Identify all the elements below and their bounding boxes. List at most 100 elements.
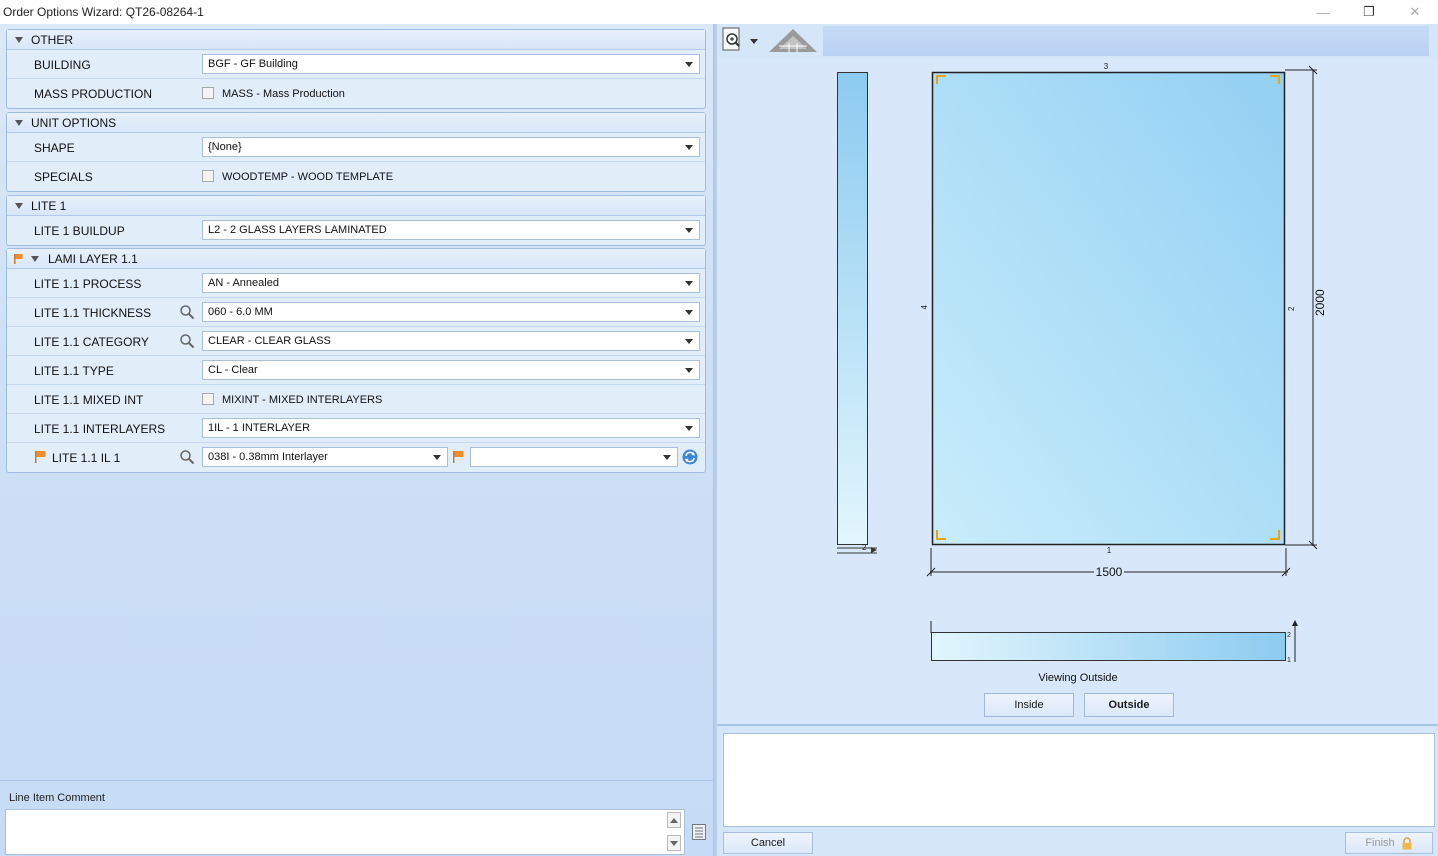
option-label: LITE 1.1 TYPE [34, 364, 114, 378]
restore-button[interactable]: ❐ [1346, 0, 1392, 24]
section-header-unit-options[interactable]: UNIT OPTIONS [7, 113, 705, 133]
divider [717, 724, 1438, 726]
title-bar: Order Options Wizard: QT26-08264-1 — ❐ ✕ [0, 0, 1438, 24]
lite-1-buildup-select[interactable]: L2 - 2 GLASS LAYERS LAMINATED [202, 220, 700, 240]
option-row-interlayers: LITE 1.1 INTERLAYERS 1IL - 1 INTERLAYER [7, 414, 705, 443]
chevron-up-icon [670, 817, 678, 823]
chevron-down-icon[interactable] [679, 303, 699, 321]
process-select[interactable]: AN - Annealed [202, 273, 700, 293]
chevron-down-icon[interactable] [679, 419, 699, 437]
edge-label-bottom: 1 [1107, 546, 1112, 555]
options-pane: OTHER BUILDING BGF - GF Building MASS PR… [0, 24, 714, 856]
close-button[interactable]: ✕ [1392, 0, 1438, 24]
section-unit-options: UNIT OPTIONS SHAPE {None} SPECIALS WOODT… [6, 112, 706, 192]
flag-icon [14, 254, 23, 264]
specials-checkbox[interactable] [202, 170, 214, 182]
section-title: UNIT OPTIONS [31, 116, 117, 130]
section-title: OTHER [31, 33, 73, 47]
line-item-comment-input[interactable] [5, 809, 685, 855]
building-select[interactable]: BGF - GF Building [202, 54, 700, 74]
bottom-strip-label-bottom: 1 [1287, 657, 1291, 664]
mass-production-checkbox[interactable] [202, 87, 214, 99]
collapse-icon[interactable] [15, 120, 23, 126]
inside-view-button[interactable]: Inside [984, 693, 1074, 717]
shape-select[interactable]: {None} [202, 137, 700, 157]
width-dim-label: 1500 [1096, 565, 1123, 579]
bottom-strip-label-top: 2 [1287, 632, 1291, 639]
il1-select[interactable]: 038I - 0.38mm Interlayer [202, 447, 448, 467]
viewing-label: Viewing Outside [1038, 672, 1117, 684]
option-label: LITE 1.1 CATEGORY [34, 335, 149, 349]
chevron-down-icon[interactable] [679, 55, 699, 73]
option-row-il1: LITE 1.1 IL 1 038I - 0.38mm Interlayer [7, 443, 705, 472]
mixed-int-checkbox[interactable] [202, 393, 214, 405]
zoom-icon[interactable] [722, 27, 746, 53]
bottom-view-glass [931, 632, 1286, 661]
finish-button[interactable]: Finish [1345, 832, 1433, 854]
glass-drawing: 2 3 1 4 2 2000 1500 2 1 Viewing Outside [837, 62, 1327, 684]
section-lite-1: LITE 1 LITE 1 BUILDUP L2 - 2 GLASS LAYER… [6, 195, 706, 246]
select-value: CLEAR - CLEAR GLASS [208, 335, 331, 347]
category-select[interactable]: CLEAR - CLEAR GLASS [202, 331, 700, 351]
cancel-button[interactable]: Cancel [723, 832, 813, 854]
search-icon[interactable] [179, 333, 195, 349]
refresh-icon[interactable] [681, 448, 699, 466]
section-header-lami-layer[interactable]: LAMI LAYER 1.1 [7, 249, 705, 269]
section-header-lite-1[interactable]: LITE 1 [7, 196, 705, 216]
zoom-dropdown-icon[interactable] [750, 39, 758, 44]
shape-view-icon[interactable] [767, 26, 819, 56]
chevron-down-icon[interactable] [679, 138, 699, 156]
search-icon[interactable] [179, 304, 195, 320]
button-label: Cancel [750, 837, 786, 849]
chevron-down-icon[interactable] [679, 274, 699, 292]
il1-secondary-select[interactable] [470, 447, 678, 467]
option-label: BUILDING [34, 58, 91, 72]
scroll-down-button[interactable] [667, 835, 681, 851]
select-value: L2 - 2 GLASS LAYERS LAMINATED [208, 224, 387, 236]
chevron-down-icon[interactable] [679, 221, 699, 239]
section-other: OTHER BUILDING BGF - GF Building MASS PR… [6, 29, 706, 109]
section-title: LITE 1 [31, 199, 67, 213]
checkbox-label: MIXINT - MIXED INTERLAYERS [222, 394, 383, 406]
section-title: LAMI LAYER 1.1 [48, 252, 138, 266]
type-select[interactable]: CL - Clear [202, 360, 700, 380]
search-icon[interactable] [179, 449, 195, 465]
option-row-mixed-int: LITE 1.1 MIXED INT MIXINT - MIXED INTERL… [7, 385, 705, 414]
option-label: LITE 1.1 IL 1 [52, 451, 121, 465]
minimize-icon: — [1316, 4, 1330, 20]
option-row-category: LITE 1.1 CATEGORY CLEAR - CLEAR GLASS [7, 327, 705, 356]
chevron-down-icon[interactable] [679, 361, 699, 379]
button-label: Finish [1365, 837, 1395, 849]
collapse-icon[interactable] [15, 203, 23, 209]
bottom-strip-arrow [1292, 620, 1298, 626]
interlayers-select[interactable]: 1IL - 1 INTERLAYER [202, 418, 700, 438]
collapse-icon[interactable] [31, 256, 39, 262]
section-header-other[interactable]: OTHER [7, 30, 705, 50]
option-label: LITE 1.1 PROCESS [34, 277, 142, 291]
edge-label-left: 4 [920, 304, 929, 309]
collapse-icon[interactable] [15, 37, 23, 43]
thickness-select[interactable]: 060 - 6.0 MM [202, 302, 700, 322]
preview-toolbar [717, 24, 1438, 58]
outside-view-button[interactable]: Outside [1084, 693, 1174, 717]
edge-label-top: 3 [1104, 62, 1109, 71]
drawing-canvas: 2 3 1 4 2 2000 1500 2 1 Viewing Outside … [717, 58, 1438, 724]
checkbox-label: WOODTEMP - WOOD TEMPLATE [222, 171, 394, 183]
option-row-thickness: LITE 1.1 THICKNESS 060 - 6.0 MM [7, 298, 705, 327]
chevron-down-icon [670, 840, 678, 846]
chevron-down-icon[interactable] [679, 332, 699, 350]
option-label: SPECIALS [34, 170, 93, 184]
option-row-lite-1-buildup: LITE 1 BUILDUP L2 - 2 GLASS LAYERS LAMIN… [7, 216, 705, 245]
scroll-up-button[interactable] [667, 812, 681, 828]
select-value: 038I - 0.38mm Interlayer [208, 451, 328, 463]
option-row-process: LITE 1.1 PROCESS AN - Annealed [7, 269, 705, 298]
chevron-down-icon[interactable] [427, 448, 447, 466]
select-value: CL - Clear [208, 364, 258, 376]
select-value: AN - Annealed [208, 277, 279, 289]
notes-icon[interactable] [692, 824, 706, 840]
chevron-down-icon[interactable] [657, 448, 677, 466]
select-value: {None} [208, 141, 242, 153]
minimize-button[interactable]: — [1300, 0, 1346, 24]
window-title: Order Options Wizard: QT26-08264-1 [3, 5, 204, 19]
button-label: Outside [1108, 699, 1150, 711]
